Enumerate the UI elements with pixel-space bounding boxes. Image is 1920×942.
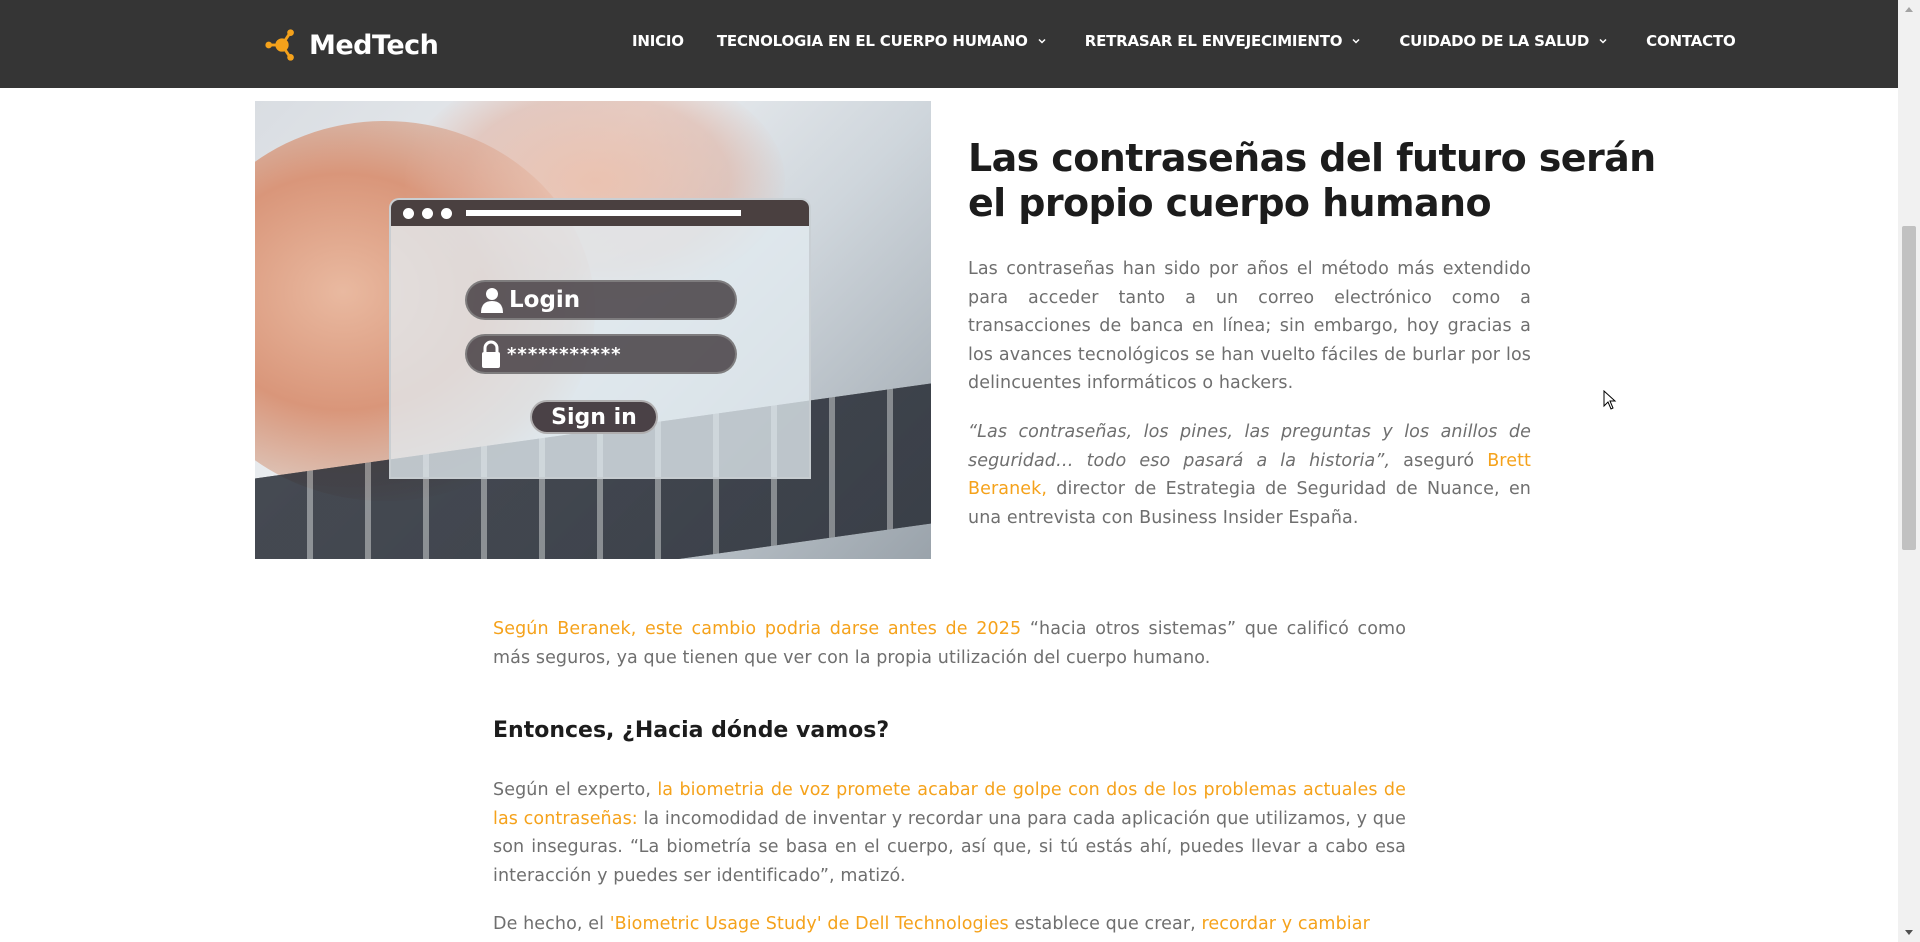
paragraph-text: aseguró (1390, 450, 1488, 471)
nav-label: TECNOLOGIA EN EL CUERPO HUMANO (716, 32, 1028, 50)
nav-label: CONTACTO (1646, 32, 1736, 50)
chevron-down-icon (1038, 38, 1046, 44)
nav-item-contacto[interactable]: CONTACTO (1646, 32, 1736, 50)
page-scrollbar[interactable] (1898, 0, 1920, 942)
article-quote-paragraph: “Las contraseñas, los pines, las pregunt… (968, 418, 1531, 532)
beranek-2025-link[interactable]: Según Beranek, este cambio podria darse … (493, 619, 1021, 639)
paragraph-text: establece que crear, (1008, 914, 1202, 934)
mouse-cursor-icon (1603, 390, 1617, 410)
user-icon (481, 288, 503, 313)
image-login-field: Login (465, 280, 737, 320)
main-nav: INICIO TECNOLOGIA EN EL CUERPO HUMANO RE… (632, 32, 1736, 50)
image-window-titlebar (391, 200, 809, 226)
chevron-down-icon (1599, 38, 1607, 44)
article-featured-image: Login *********** Sign in (255, 101, 931, 559)
scroll-up-arrow-icon[interactable] (1898, 0, 1920, 18)
nav-label: RETRASAR EL ENVEJECIMIENTO (1084, 32, 1343, 50)
article-paragraph: Según el experto, la biometria de voz pr… (493, 776, 1406, 890)
lock-icon (482, 340, 500, 368)
scroll-down-arrow-icon[interactable] (1898, 924, 1920, 942)
nav-item-tecnologia[interactable]: TECNOLOGIA EN EL CUERPO HUMANO (717, 32, 1047, 50)
article-title: Las contraseñas del futuro serán el prop… (968, 136, 1656, 225)
image-login-window: Login *********** Sign in (389, 198, 811, 479)
image-login-label: Login (509, 287, 581, 313)
chevron-down-icon (1352, 38, 1360, 44)
scrollbar-thumb[interactable] (1902, 226, 1916, 550)
logo-molecule-icon (265, 29, 294, 61)
nav-item-cuidado[interactable]: CUIDADO DE LA SALUD (1399, 32, 1608, 50)
dell-study-link[interactable]: 'Biometric Usage Study' de Dell Technolo… (610, 914, 1009, 934)
paragraph-text: Según el experto, (493, 780, 658, 800)
article-paragraph: Según Beranek, este cambio podria darse … (493, 615, 1406, 672)
article-paragraph: Las contraseñas han sido por años el mét… (968, 259, 1531, 393)
nav-label: CUIDADO DE LA SALUD (1399, 32, 1590, 50)
logo-text: MedTech (309, 29, 439, 61)
site-logo[interactable]: MedTech (263, 24, 439, 66)
image-password-field: *********** (465, 334, 737, 374)
section-heading: Entonces, ¿Hacia dónde vamos? (493, 718, 890, 743)
nav-item-retrasar[interactable]: RETRASAR EL ENVEJECIMIENTO (1085, 32, 1362, 50)
nav-label: INICIO (632, 32, 684, 50)
paragraph-text: director de Estrategia de Seguridad de N… (968, 479, 1531, 528)
site-header: MedTech INICIO TECNOLOGIA EN EL CUERPO H… (0, 0, 1898, 88)
image-password-mask: *********** (507, 343, 622, 365)
page-viewport: MedTech INICIO TECNOLOGIA EN EL CUERPO H… (0, 0, 1898, 942)
paragraph-text: De hecho, el (493, 914, 610, 934)
image-signin-button: Sign in (530, 400, 658, 434)
remember-change-link[interactable]: recordar y cambiar (1201, 914, 1369, 934)
article-paragraph: De hecho, el 'Biometric Usage Study' de … (493, 910, 1406, 939)
nav-item-inicio[interactable]: INICIO (632, 32, 684, 50)
